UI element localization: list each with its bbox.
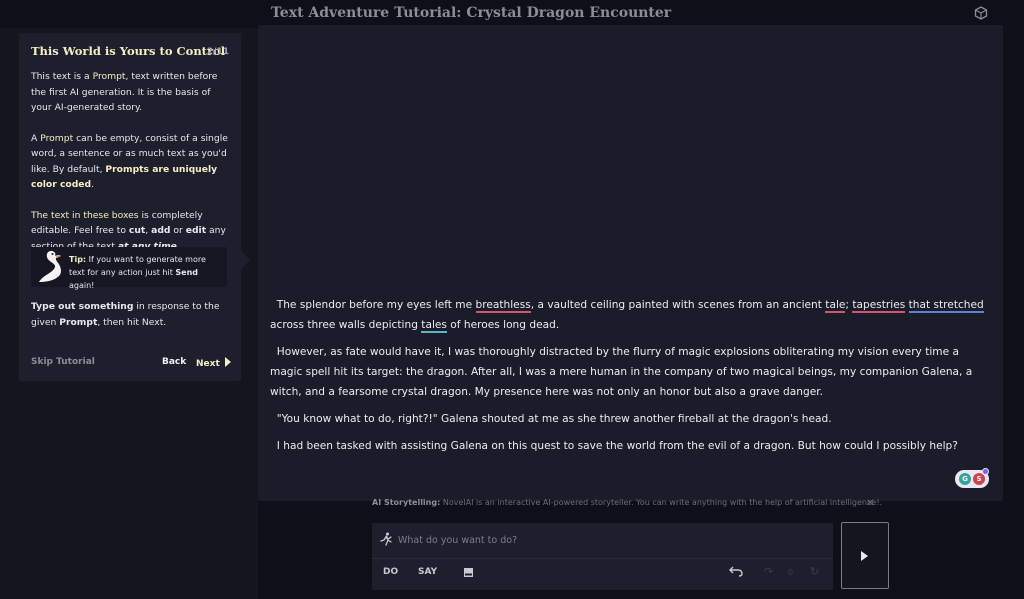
running-person-icon [380, 532, 392, 546]
divider [372, 558, 833, 559]
tip-text: Tip: If you want to generate more text f… [69, 255, 206, 290]
story-text[interactable]: The splendor before my eyes left me brea… [270, 295, 990, 463]
redo-icon[interactable]: ↷ [764, 565, 773, 578]
tutorial-title: This World is Yours to Control [31, 44, 226, 58]
undo-icon[interactable] [729, 565, 743, 577]
tutorial-pointer [241, 250, 250, 270]
highlight-word: tales [421, 319, 447, 333]
close-icon[interactable]: ✕ [866, 498, 874, 509]
story-paragraph[interactable]: The splendor before my eyes left me brea… [270, 295, 990, 335]
do-mode-button[interactable]: DO [383, 567, 398, 577]
highlight-word: that stretched [908, 299, 984, 313]
tip-box: Tip: If you want to generate more text f… [31, 247, 227, 290]
dice-icon[interactable] [974, 6, 988, 20]
tutorial-paragraph-2: A Prompt can be empty, consist of a sing… [31, 132, 228, 191]
story-paragraph[interactable]: I had been tasked with assisting Galena … [270, 436, 990, 456]
highlight-word: tapestries [852, 299, 906, 313]
send-button[interactable] [841, 522, 889, 589]
next-button[interactable]: Next [196, 357, 231, 369]
story-editor[interactable]: The splendor before my eyes left me brea… [258, 25, 1003, 501]
skip-tutorial-button[interactable]: Skip Tutorial [31, 357, 95, 367]
tutorial-panel: This World is Yours to Control 2/11 This… [19, 33, 241, 381]
story-paragraph[interactable]: However, as fate would have it, I was th… [270, 342, 990, 402]
send-arrow-icon [861, 551, 868, 561]
tutorial-paragraph-1: This text is a Prompt, text written befo… [31, 71, 218, 113]
highlight-word: tale [825, 299, 846, 313]
editor-extension-badge[interactable]: G S [955, 468, 989, 488]
action-input[interactable] [398, 531, 818, 549]
tutorial-step: 2/11 [206, 47, 229, 57]
spelling-badge-icon: S [973, 473, 985, 485]
goose-icon [39, 250, 61, 282]
hint-bar: AI Storytelling: NovelAI is an interacti… [372, 498, 882, 507]
back-button[interactable]: Back [162, 357, 186, 367]
action-input-area: DO SAY ↷ 0 ↻ [372, 523, 833, 590]
say-mode-button[interactable]: SAY [418, 567, 437, 577]
next-arrow-icon [224, 357, 231, 367]
grammar-badge-icon: G [959, 473, 971, 485]
tutorial-body: This text is a Prompt, text written befo… [31, 69, 231, 269]
notification-dot [982, 468, 989, 475]
tutorial-instruction: Type out something in response to the gi… [31, 301, 220, 328]
story-paragraph[interactable]: "You know what to do, right?!" Galena sh… [270, 409, 990, 429]
retry-icon[interactable]: ↻ [810, 565, 819, 578]
story-mode-icon[interactable] [463, 567, 474, 578]
highlight-word: breathless [475, 299, 531, 313]
page-title: Text Adventure Tutorial: Crystal Dragon … [271, 5, 672, 21]
redo-count: 0 [788, 568, 794, 577]
